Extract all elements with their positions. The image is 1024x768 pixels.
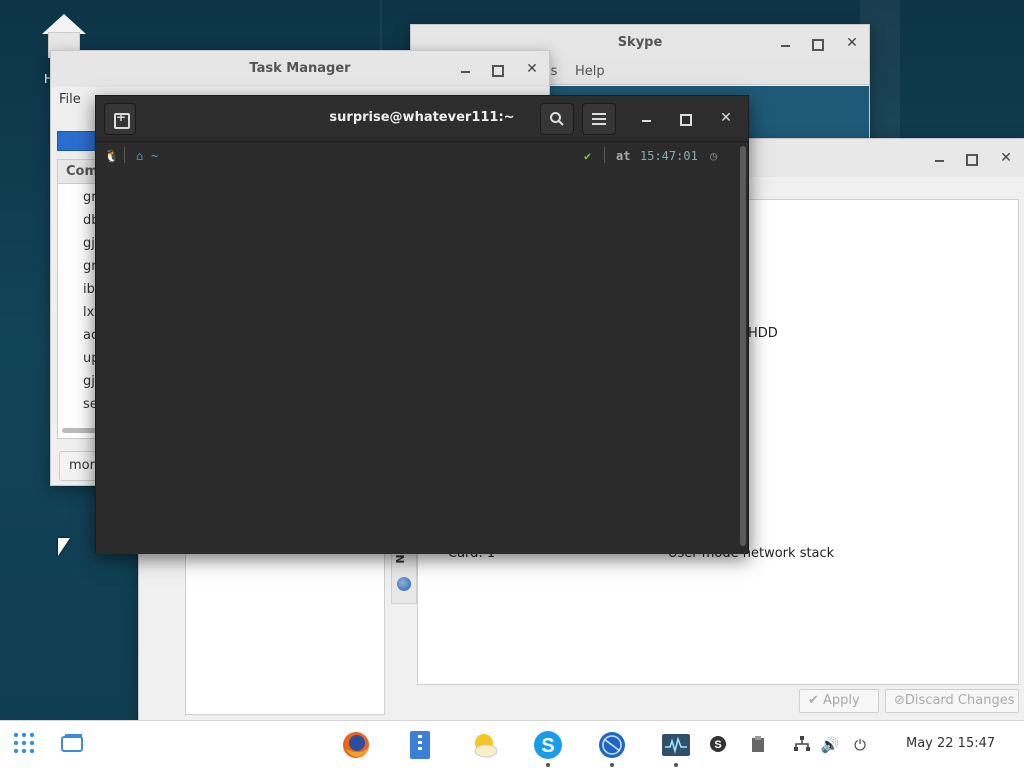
prompt-status-check: ✔ bbox=[584, 149, 592, 163]
running-indicator bbox=[546, 763, 550, 767]
minimize-button[interactable] bbox=[775, 33, 795, 53]
weather-icon[interactable] bbox=[468, 729, 500, 761]
mouse-cursor bbox=[58, 538, 70, 556]
taskbar: S S 🔊 ⏻ May 22 15:47 bbox=[0, 720, 1024, 768]
home-icon: ⌂ bbox=[136, 149, 144, 163]
discard-icon: ⊘ bbox=[894, 693, 905, 708]
file-manager-glyph bbox=[410, 731, 430, 759]
terminal-scrollbar[interactable] bbox=[740, 146, 746, 546]
maximize-button[interactable] bbox=[488, 59, 508, 79]
linux-icon: 🐧 bbox=[104, 149, 119, 163]
app-grid-glyph bbox=[13, 732, 35, 754]
house-roof bbox=[42, 14, 86, 34]
firefox-glyph bbox=[343, 732, 369, 758]
system-monitor-icon[interactable] bbox=[660, 729, 692, 767]
horizontal-scrollbar[interactable] bbox=[62, 428, 98, 433]
apply-button[interactable]: ✔ Apply bbox=[799, 689, 879, 713]
apply-button-label: Apply bbox=[823, 693, 860, 708]
skype-icon[interactable]: S bbox=[532, 729, 564, 767]
hdd-text: HDD bbox=[748, 326, 778, 341]
network-glyph bbox=[794, 736, 810, 751]
svg-text:S: S bbox=[714, 739, 721, 751]
network-globe-glyph bbox=[599, 732, 625, 758]
close-button[interactable]: ✕ bbox=[996, 148, 1016, 168]
network-icon[interactable] bbox=[792, 735, 812, 755]
skype-glyph: S bbox=[534, 731, 562, 759]
prompt-at: at bbox=[616, 149, 631, 163]
maximize-button[interactable] bbox=[676, 108, 696, 128]
file-manager-icon[interactable] bbox=[404, 729, 436, 761]
volume-icon[interactable]: 🔊 bbox=[820, 735, 840, 755]
close-button[interactable]: ✕ bbox=[716, 108, 736, 128]
task-manager-titlebar[interactable]: Task Manager ✕ bbox=[51, 51, 549, 87]
prompt-time: 15:47:01 bbox=[640, 149, 698, 163]
prompt-separator bbox=[604, 147, 605, 163]
weather-glyph bbox=[474, 734, 498, 758]
terminal-output[interactable]: 🐧 ⌂ ~ ✔ at 15:47:01 ◷ bbox=[96, 142, 748, 554]
menu-file[interactable]: File bbox=[59, 92, 81, 107]
svg-text:S: S bbox=[541, 735, 554, 757]
minimize-button[interactable] bbox=[929, 148, 949, 168]
prompt-directory: ~ bbox=[151, 149, 159, 163]
discard-button-label: Discard Changes bbox=[904, 693, 1015, 708]
system-monitor-glyph bbox=[662, 734, 690, 756]
app-grid-icon[interactable] bbox=[10, 729, 42, 761]
minimize-button[interactable] bbox=[455, 59, 475, 79]
skype-tray-icon[interactable]: S bbox=[708, 735, 728, 755]
search-icon bbox=[550, 112, 564, 126]
running-indicator bbox=[674, 763, 678, 767]
running-indicator bbox=[610, 763, 614, 767]
maximize-button[interactable] bbox=[962, 148, 982, 168]
power-icon[interactable]: ⏻ bbox=[850, 735, 870, 755]
list-item[interactable]: gj bbox=[83, 236, 95, 251]
clock-icon: ◷ bbox=[710, 149, 718, 163]
clipboard-icon[interactable] bbox=[748, 735, 768, 755]
hamburger-menu-button[interactable] bbox=[582, 103, 616, 135]
menu-icon bbox=[592, 113, 606, 125]
network-globe-icon[interactable] bbox=[596, 729, 628, 767]
list-item[interactable]: gj bbox=[83, 374, 95, 389]
clipboard-glyph bbox=[752, 736, 764, 752]
taskbar-clock[interactable]: May 22 15:47 bbox=[906, 736, 995, 751]
menu-help[interactable]: Help bbox=[575, 64, 605, 79]
toolbar-button[interactable] bbox=[57, 131, 97, 151]
network-globe-icon bbox=[397, 577, 411, 591]
windows-overview-glyph bbox=[61, 734, 83, 752]
prompt-separator bbox=[124, 147, 125, 163]
minimize-button[interactable] bbox=[636, 108, 656, 128]
skype-tray-glyph: S bbox=[710, 736, 726, 752]
list-item[interactable]: ib bbox=[83, 282, 95, 297]
maximize-button[interactable] bbox=[808, 33, 828, 53]
windows-overview-icon[interactable] bbox=[58, 729, 90, 761]
firefox-icon[interactable] bbox=[340, 729, 372, 761]
terminal-headerbar[interactable]: surprise@whatever111:~ ✕ bbox=[96, 96, 748, 142]
close-button[interactable]: ✕ bbox=[842, 33, 862, 53]
check-icon: ✔ bbox=[808, 693, 824, 708]
close-button[interactable]: ✕ bbox=[522, 59, 542, 79]
discard-changes-button[interactable]: ⊘Discard Changes bbox=[885, 689, 1019, 713]
terminal-window: surprise@whatever111:~ ✕ 🐧 ⌂ ~ ✔ at 15:4… bbox=[95, 95, 749, 554]
search-button[interactable] bbox=[540, 103, 574, 135]
skype-title: Skype bbox=[617, 35, 663, 50]
